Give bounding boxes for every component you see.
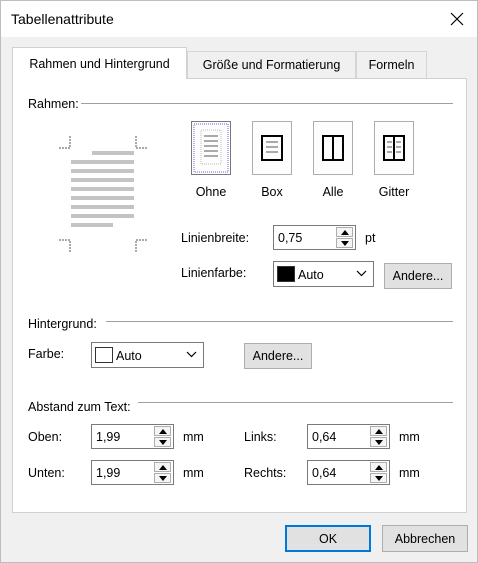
line-width-value: 0,75 <box>278 231 303 245</box>
preset-none-icon <box>193 123 229 173</box>
title-bar: Tabellenattribute <box>1 1 477 37</box>
line-color-label: Linienfarbe: <box>181 266 247 280</box>
spacing-right-label: Rechts: <box>244 466 287 480</box>
background-divider <box>106 321 453 322</box>
line-color-swatch <box>277 266 295 282</box>
background-color-value: Auto <box>116 349 142 363</box>
window-title: Tabellenattribute <box>11 11 114 27</box>
line-width-increment-button[interactable] <box>336 227 353 237</box>
button-label: OK <box>318 531 338 546</box>
spacing-left-decrement-button[interactable] <box>370 437 387 447</box>
tab-label: Formeln <box>368 58 415 72</box>
arrow-down-icon <box>375 440 383 445</box>
chevron-down-icon <box>186 351 197 358</box>
spacing-right-unit: mm <box>399 466 420 480</box>
spacing-top-spinner[interactable]: 1,99 <box>91 424 174 449</box>
tab-panel: Rahmen: Ohne Box Alle Gitter Linienbreit… <box>12 78 467 513</box>
borders-section-label: Rahmen: <box>28 97 79 111</box>
line-width-decrement-button[interactable] <box>336 238 353 248</box>
spacing-left-label: Links: <box>244 430 277 444</box>
spacing-top-value: 1,99 <box>96 430 121 444</box>
preset-grid-button[interactable] <box>374 121 414 175</box>
preset-grid-icon <box>383 135 405 161</box>
spacing-bottom-value: 1,99 <box>96 466 121 480</box>
line-width-spinner[interactable]: 0,75 <box>273 225 356 250</box>
background-color-label: Farbe: <box>28 347 65 361</box>
tab-size-formatting[interactable]: Größe und Formatierung <box>187 51 356 78</box>
spacing-top-increment-button[interactable] <box>154 426 171 436</box>
arrow-up-icon <box>159 465 167 470</box>
arrow-up-icon <box>159 429 167 434</box>
spacing-right-decrement-button[interactable] <box>370 473 387 483</box>
preset-grid-label: Gitter <box>378 185 410 199</box>
spacing-bottom-unit: mm <box>183 466 204 480</box>
ok-button[interactable]: OK <box>285 525 371 552</box>
button-label: Abbrechen <box>394 531 456 546</box>
arrow-down-icon <box>375 476 383 481</box>
borders-divider <box>81 103 453 104</box>
preset-none-label: Ohne <box>195 185 227 199</box>
border-preview <box>53 134 153 254</box>
preset-box-button[interactable] <box>252 121 292 175</box>
spacing-left-unit: mm <box>399 430 420 444</box>
background-color-more-button[interactable]: Andere... <box>244 343 312 369</box>
arrow-down-icon <box>159 440 167 445</box>
chevron-down-icon <box>356 270 367 277</box>
preset-all-label: Alle <box>322 185 344 199</box>
background-color-dropdown[interactable]: Auto <box>91 342 204 368</box>
spacing-bottom-increment-button[interactable] <box>154 462 171 472</box>
table-attributes-dialog: Tabellenattribute Rahmen und Hintergrund… <box>0 0 478 563</box>
cancel-button[interactable]: Abbrechen <box>382 525 468 552</box>
spacing-divider <box>138 402 453 403</box>
line-color-dropdown[interactable]: Auto <box>273 261 374 287</box>
spacing-left-increment-button[interactable] <box>370 426 387 436</box>
spacing-bottom-decrement-button[interactable] <box>154 473 171 483</box>
button-label: Andere... <box>392 269 444 283</box>
line-width-unit: pt <box>365 231 376 245</box>
arrow-down-icon <box>341 241 349 246</box>
spacing-left-value: 0,64 <box>312 430 337 444</box>
line-color-more-button[interactable]: Andere... <box>384 263 452 289</box>
background-color-swatch <box>95 347 113 363</box>
line-color-value: Auto <box>298 268 324 282</box>
arrow-up-icon <box>375 429 383 434</box>
arrow-up-icon <box>375 465 383 470</box>
background-section-label: Hintergrund: <box>28 317 97 331</box>
arrow-down-icon <box>159 476 167 481</box>
spacing-bottom-spinner[interactable]: 1,99 <box>91 460 174 485</box>
spacing-section-label: Abstand zum Text: <box>28 400 131 414</box>
tab-formulas[interactable]: Formeln <box>356 51 427 78</box>
close-icon[interactable] <box>447 9 467 29</box>
spacing-top-label: Oben: <box>28 430 63 444</box>
spacing-right-spinner[interactable]: 0,64 <box>307 460 390 485</box>
tab-label: Rahmen und Hintergrund <box>29 56 170 71</box>
spacing-right-increment-button[interactable] <box>370 462 387 472</box>
spacing-left-spinner[interactable]: 0,64 <box>307 424 390 449</box>
preset-box-label: Box <box>261 185 283 199</box>
preset-box-icon <box>261 135 283 161</box>
spacing-right-value: 0,64 <box>312 466 337 480</box>
spacing-bottom-label: Unten: <box>28 466 65 480</box>
preset-all-button[interactable] <box>313 121 353 175</box>
spacing-top-decrement-button[interactable] <box>154 437 171 447</box>
preset-all-icon <box>322 135 344 161</box>
spacing-top-unit: mm <box>183 430 204 444</box>
preset-none-button[interactable] <box>191 121 231 175</box>
arrow-up-icon <box>341 230 349 235</box>
line-width-label: Linienbreite: <box>181 231 250 245</box>
button-label: Andere... <box>252 349 304 363</box>
tab-borders-background[interactable]: Rahmen und Hintergrund <box>12 47 187 79</box>
tab-label: Größe und Formatierung <box>202 58 341 72</box>
